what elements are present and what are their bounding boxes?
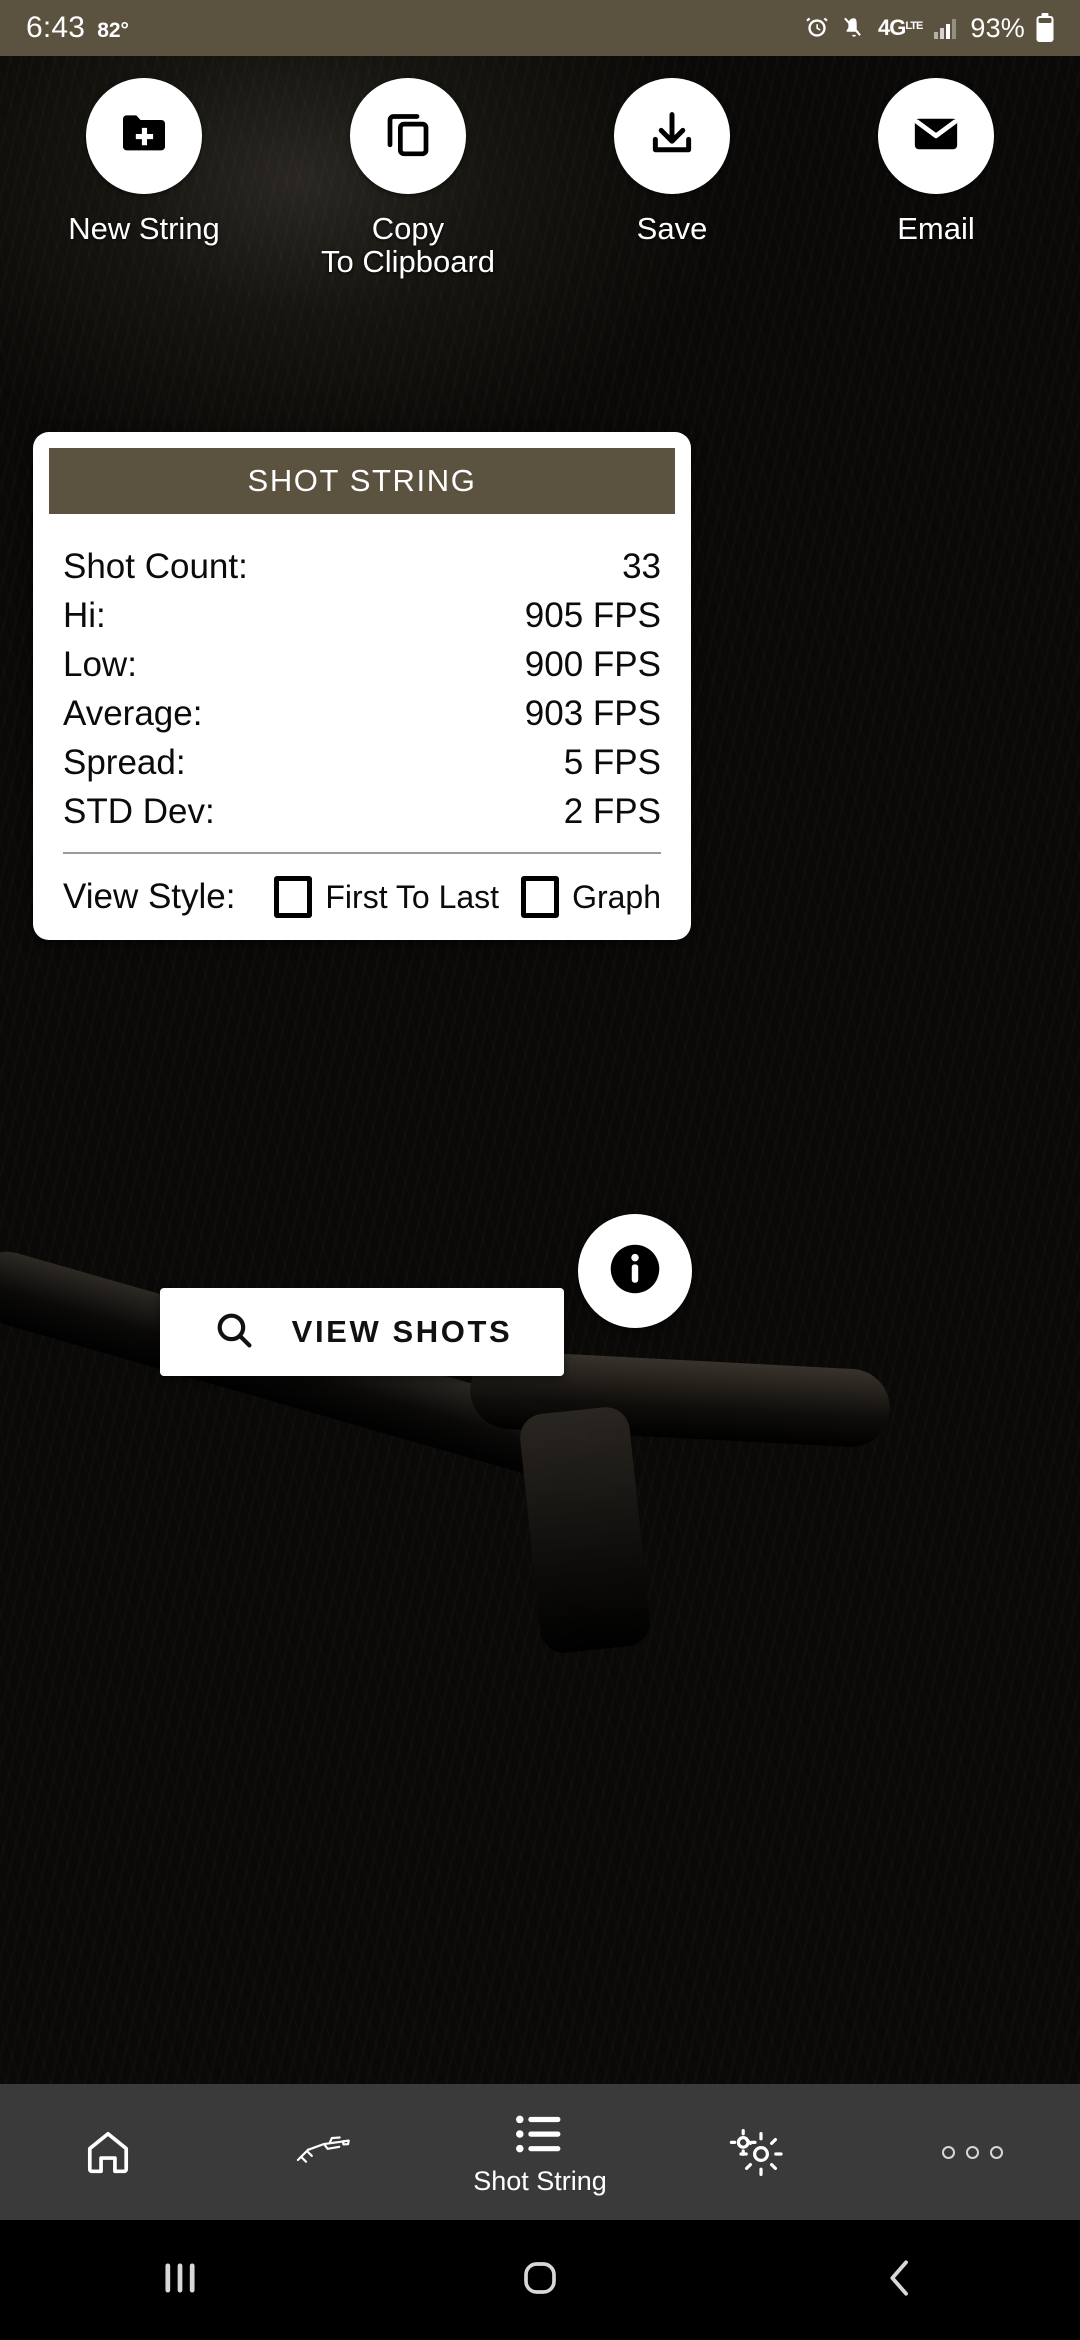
- tab-more[interactable]: [864, 2084, 1080, 2220]
- tab-home[interactable]: [0, 2084, 216, 2220]
- status-time: 6:43: [26, 11, 86, 44]
- system-navigation-bar: [0, 2220, 1080, 2340]
- stat-row-shot-count: Shot Count: 33: [63, 542, 661, 591]
- more-dot: [989, 2145, 1003, 2159]
- bottom-tab-bar: Shot String: [0, 2084, 1080, 2220]
- more-dot: [941, 2145, 955, 2159]
- stat-row-std-dev: STD Dev: 2 FPS: [63, 787, 661, 836]
- more-dots-icon: [941, 2126, 1003, 2178]
- battery-percent-label: 93%: [970, 12, 1025, 43]
- stat-label: Average:: [63, 694, 203, 733]
- graph-label: Graph: [572, 878, 661, 915]
- status-bar-left: 6:43 82°: [26, 11, 129, 45]
- copy-to-clipboard-button[interactable]: [350, 78, 466, 194]
- status-bar: 6:43 82° 4G LTE 93%: [0, 0, 1080, 56]
- stat-label: Hi:: [63, 596, 106, 635]
- stats-list: Shot Count: 33 Hi: 905 FPS Low: 900 FPS …: [33, 514, 691, 836]
- new-string-button[interactable]: [86, 78, 202, 194]
- action-button-row: New String Copy To Clipboard Save Email: [0, 78, 1080, 278]
- stat-label: Spread:: [63, 743, 186, 782]
- action-new-string[interactable]: New String: [39, 78, 249, 245]
- stat-label: Shot Count:: [63, 547, 248, 586]
- email-button[interactable]: [878, 78, 994, 194]
- app-screen: 6:43 82° 4G LTE 93% New String Copy To C…: [0, 0, 1080, 2340]
- network-4glte-icon: 4G LTE: [878, 15, 923, 41]
- copy-icon: [381, 107, 435, 166]
- recents-icon: [158, 2258, 202, 2303]
- tab-rifle[interactable]: [216, 2084, 432, 2220]
- action-copy-to-clipboard[interactable]: Copy To Clipboard: [303, 78, 513, 278]
- stat-label: Low:: [63, 645, 137, 684]
- view-shots-label: VIEW SHOTS: [291, 1314, 513, 1349]
- action-save[interactable]: Save: [567, 78, 777, 245]
- graph-checkbox[interactable]: [521, 876, 560, 918]
- folder-plus-icon: [116, 106, 172, 167]
- stat-row-hi: Hi: 905 FPS: [63, 591, 661, 640]
- home-button[interactable]: [360, 2258, 720, 2303]
- search-icon: [212, 1308, 256, 1357]
- view-style-option-graph[interactable]: Graph: [521, 876, 661, 918]
- download-icon: [645, 107, 699, 166]
- stat-label: STD Dev:: [63, 792, 215, 831]
- tab-settings[interactable]: [648, 2084, 864, 2220]
- stat-value: 33: [622, 547, 661, 586]
- back-button[interactable]: [720, 2256, 1080, 2305]
- mute-icon: [841, 15, 867, 41]
- view-shots-button[interactable]: VIEW SHOTS: [160, 1288, 564, 1376]
- status-temperature: 82°: [97, 19, 129, 42]
- shot-string-card: SHOT STRING Shot Count: 33 Hi: 905 FPS L…: [33, 432, 691, 940]
- more-dot: [965, 2145, 979, 2159]
- save-label: Save: [636, 211, 708, 246]
- background-photo: [0, 0, 1080, 2340]
- save-button[interactable]: [614, 78, 730, 194]
- home-icon: [82, 2126, 134, 2178]
- view-style-row: View Style: First To Last Graph: [33, 854, 691, 918]
- shot-string-card-header: SHOT STRING: [49, 448, 675, 514]
- home-circle-icon: [520, 2258, 560, 2303]
- view-style-option-first-to-last[interactable]: First To Last: [274, 876, 499, 918]
- info-fab-button[interactable]: [578, 1214, 692, 1328]
- network-sup-label: LTE: [905, 20, 923, 32]
- battery-icon: [1036, 13, 1054, 43]
- signal-bars-icon: [933, 16, 959, 40]
- email-label: Email: [897, 211, 975, 246]
- view-style-label: View Style:: [63, 877, 236, 916]
- view-style-options: First To Last Graph: [274, 876, 661, 918]
- envelope-icon: [909, 107, 963, 166]
- list-icon: [515, 2108, 565, 2160]
- alarm-icon: [804, 15, 830, 41]
- stat-row-spread: Spread: 5 FPS: [63, 738, 661, 787]
- stat-row-low: Low: 900 FPS: [63, 640, 661, 689]
- card-title: SHOT STRING: [247, 463, 477, 498]
- status-bar-right: 4G LTE 93%: [804, 13, 1054, 44]
- rifle-icon: [295, 2126, 353, 2178]
- new-string-label: New String: [68, 211, 220, 246]
- stat-value: 903 FPS: [524, 694, 661, 733]
- gear-icon: [728, 2126, 784, 2178]
- tab-shot-string[interactable]: Shot String: [432, 2084, 648, 2220]
- network-label: 4G: [878, 15, 906, 40]
- first-to-last-label: First To Last: [325, 878, 500, 915]
- stat-value: 2 FPS: [563, 792, 661, 831]
- back-icon: [880, 2256, 920, 2305]
- copy-to-clipboard-label: Copy To Clipboard: [320, 211, 496, 280]
- info-icon: [604, 1238, 666, 1305]
- stat-row-average: Average: 903 FPS: [63, 689, 661, 738]
- recents-button[interactable]: [0, 2258, 360, 2303]
- first-to-last-checkbox[interactable]: [274, 876, 313, 918]
- stat-value: 900 FPS: [524, 645, 661, 684]
- tab-shot-string-label: Shot String: [473, 2165, 607, 2196]
- stat-value: 905 FPS: [524, 596, 661, 635]
- action-email[interactable]: Email: [831, 78, 1041, 245]
- stat-value: 5 FPS: [563, 743, 661, 782]
